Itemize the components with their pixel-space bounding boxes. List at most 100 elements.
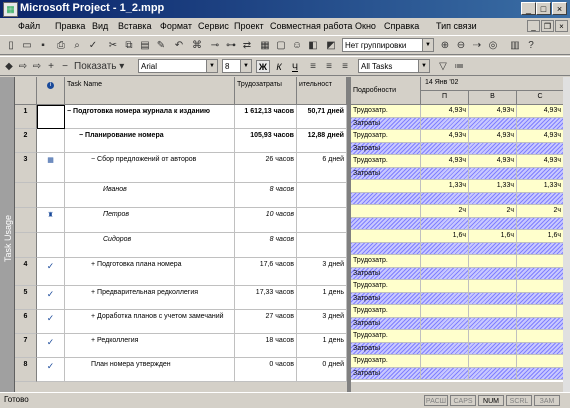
paste-icon[interactable]: ▤ xyxy=(138,39,152,52)
usage-cell[interactable] xyxy=(469,142,517,154)
work-cell[interactable]: 1 612,13 часов xyxy=(235,105,297,129)
task-name-cell[interactable]: − Подготовка номера журнала к изданию xyxy=(65,105,235,129)
indicator-cell[interactable]: ✓ xyxy=(37,310,65,334)
duration-cell[interactable] xyxy=(297,233,347,258)
menu-insert[interactable]: Вставка xyxy=(118,21,151,31)
usage-band[interactable]: Трудозатр. 4,93ч 4,93ч 4,93ч xyxy=(351,155,564,168)
table-row[interactable]: ♜ Петров 10 часов xyxy=(15,208,347,233)
usage-band[interactable]: Трудозатр. xyxy=(351,355,564,368)
link-type-box[interactable]: Тип связи xyxy=(436,21,477,31)
project-app-icon[interactable]: ▦ xyxy=(3,2,18,17)
usage-cell[interactable] xyxy=(469,167,517,179)
usage-cell[interactable] xyxy=(517,255,564,267)
work-cell[interactable]: 18 часов xyxy=(235,334,297,358)
doc-restore-button[interactable]: ❐ xyxy=(541,20,554,32)
doc-close-button[interactable]: × xyxy=(555,20,568,32)
font-select[interactable]: Arial ▼ xyxy=(138,59,218,73)
underline-button[interactable]: Ч xyxy=(288,60,302,73)
duration-cell[interactable]: 50,71 дней xyxy=(297,105,347,129)
duration-cell[interactable]: 1 день xyxy=(297,286,347,310)
duration-cell[interactable]: 6 дней xyxy=(297,153,347,183)
indicator-cell[interactable] xyxy=(37,129,65,153)
duration-header[interactable]: ительност xyxy=(297,77,347,105)
usage-cell[interactable] xyxy=(469,292,517,304)
table-row[interactable]: 1 − Подготовка номера журнала к изданию 1 … xyxy=(15,105,347,129)
table-row[interactable]: 5 ✓ + Предварительная редколлегия 17,33 час… xyxy=(15,286,347,310)
duration-cell[interactable]: 0 дней xyxy=(297,358,347,382)
indicator-cell[interactable]: ✓ xyxy=(37,334,65,358)
table-row[interactable]: 2 − Планирование номера 105,93 часов 12,88 … xyxy=(15,129,347,153)
usage-cell[interactable] xyxy=(421,217,469,229)
copy-picture-icon[interactable]: ◩ xyxy=(324,39,338,52)
menu-tools[interactable]: Сервис xyxy=(198,21,229,31)
help-icon[interactable]: ? xyxy=(524,39,538,52)
usage-cell[interactable] xyxy=(517,317,564,329)
row-id[interactable] xyxy=(15,183,37,208)
autofilter-icon[interactable]: ▽ xyxy=(436,60,450,73)
usage-band[interactable]: Затраты xyxy=(351,167,564,180)
usage-cell[interactable]: 4,93ч xyxy=(517,105,564,117)
table-row[interactable]: Сидоров 8 часов xyxy=(15,233,347,258)
table-row[interactable]: 7 ✓ + Редколлегия 18 часов 1 день xyxy=(15,334,347,358)
usage-band[interactable]: Затраты xyxy=(351,367,564,380)
row-id[interactable]: 4 xyxy=(15,258,37,286)
usage-cell[interactable]: 1,6ч xyxy=(469,230,517,242)
row-id[interactable]: 3 xyxy=(15,153,37,183)
usage-cell[interactable]: 1,6ч xyxy=(421,230,469,242)
usage-cell[interactable]: 1,33ч xyxy=(421,180,469,192)
task-name-cell[interactable]: − Сбор предложений от авторов xyxy=(65,153,235,183)
maximize-button[interactable]: □ xyxy=(536,2,551,15)
menu-help[interactable]: Справка xyxy=(384,21,419,31)
usage-cell[interactable] xyxy=(469,342,517,354)
usage-band[interactable]: 1,33ч 1,33ч 1,33ч xyxy=(351,180,564,193)
print-icon[interactable]: ⎙ xyxy=(54,39,68,52)
cut-icon[interactable]: ✂ xyxy=(106,39,120,52)
indent-icon[interactable]: ⇨ xyxy=(30,60,44,73)
usage-cell[interactable] xyxy=(421,355,469,367)
usage-cell[interactable]: 4,93ч xyxy=(469,155,517,167)
spelling-icon[interactable]: ✓ xyxy=(86,39,100,52)
zoom-out-icon[interactable]: ⊖ xyxy=(454,39,468,52)
usage-cell[interactable] xyxy=(421,330,469,342)
usage-cell[interactable] xyxy=(421,267,469,279)
indicator-cell[interactable]: ▦ xyxy=(37,153,65,183)
usage-band[interactable]: Трудозатр. xyxy=(351,255,564,268)
usage-cell[interactable] xyxy=(517,355,564,367)
work-cell[interactable]: 17,6 часов xyxy=(235,258,297,286)
indicator-cell[interactable] xyxy=(37,183,65,208)
align-right-icon[interactable]: ≡ xyxy=(338,60,352,73)
task-name-header[interactable]: Task Name xyxy=(65,77,235,105)
usage-cell[interactable] xyxy=(469,280,517,292)
close-button[interactable]: × xyxy=(552,2,567,15)
usage-cell[interactable]: 2ч xyxy=(421,205,469,217)
usage-cell[interactable] xyxy=(517,267,564,279)
table-row[interactable]: 8 ✓ План номера утвержден 0 часов 0 дней xyxy=(15,358,347,382)
usage-cell[interactable] xyxy=(517,142,564,154)
usage-cell[interactable] xyxy=(469,330,517,342)
usage-cell[interactable] xyxy=(517,367,564,379)
duration-cell[interactable]: 12,88 дней xyxy=(297,129,347,153)
gantt-wizard-icon[interactable]: ▥ xyxy=(508,39,522,52)
work-cell[interactable]: 105,93 часов xyxy=(235,129,297,153)
usage-cell[interactable] xyxy=(469,267,517,279)
usage-band[interactable]: Трудозатр. xyxy=(351,280,564,293)
row-id[interactable] xyxy=(15,233,37,258)
font-size-select[interactable]: 8 ▼ xyxy=(222,59,252,73)
level-icon[interactable]: ≔ xyxy=(452,60,466,73)
work-header[interactable]: Трудозатраты xyxy=(235,77,297,105)
duration-cell[interactable]: 3 дней xyxy=(297,258,347,286)
save-icon[interactable]: ▪ xyxy=(36,39,50,52)
usage-cell[interactable] xyxy=(469,305,517,317)
usage-cell[interactable] xyxy=(469,242,517,254)
usage-cell[interactable] xyxy=(517,305,564,317)
task-name-cell[interactable]: Сидоров xyxy=(65,233,235,258)
task-name-cell[interactable]: Иванов xyxy=(65,183,235,208)
row-id[interactable]: 7 xyxy=(15,334,37,358)
zoom-in-icon[interactable]: ⊕ xyxy=(438,39,452,52)
usage-cell[interactable] xyxy=(469,255,517,267)
menu-file[interactable]: Файл xyxy=(18,21,40,31)
usage-band[interactable]: Трудозатр. xyxy=(351,305,564,318)
usage-cell[interactable]: 2ч xyxy=(517,205,564,217)
row-id[interactable]: 1 xyxy=(15,105,37,129)
indicator-cell[interactable] xyxy=(37,233,65,258)
